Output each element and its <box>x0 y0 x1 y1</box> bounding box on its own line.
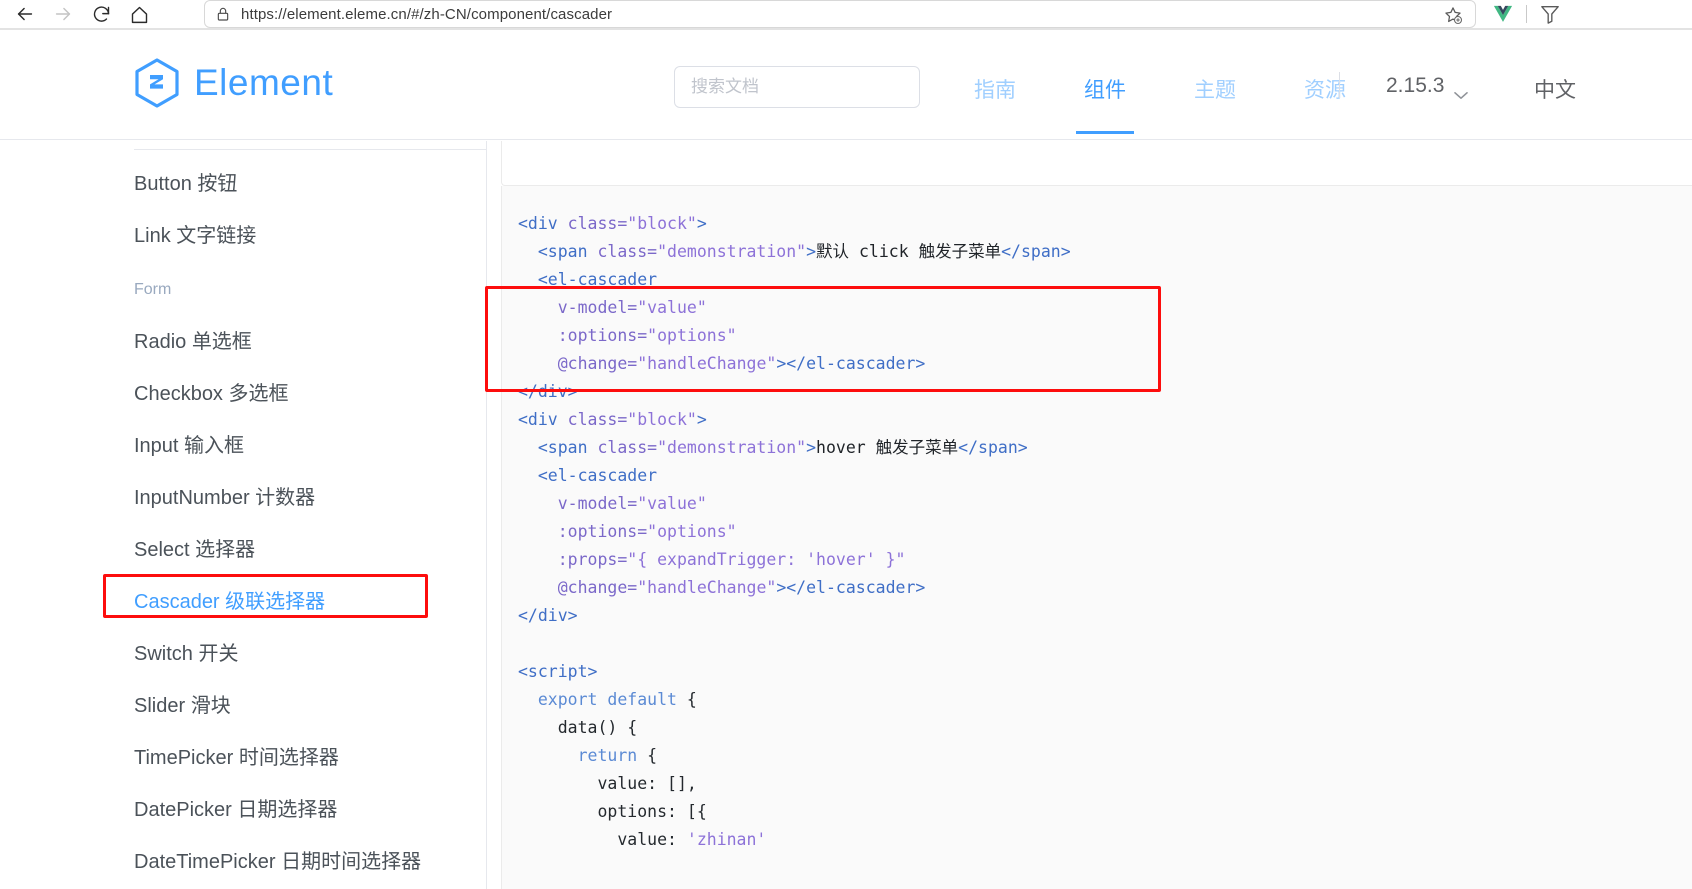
sidebar-item-button[interactable]: Button 按钮 <box>134 167 237 196</box>
code-line: :options="options" <box>557 522 737 541</box>
browser-toolbar: https://element.eleme.cn/#/zh-CN/compone… <box>0 0 1692 28</box>
extension-icon[interactable] <box>1535 0 1565 28</box>
demo-preview-box <box>501 141 1692 186</box>
code-line: options: [{ <box>597 802 707 821</box>
sidebar-item-slider[interactable]: Slider 滑块 <box>134 689 231 718</box>
code-line: @change="handleChange"></el-cascader> <box>557 578 926 597</box>
code-line: :props="{ expandTrigger: 'hover' }" <box>557 550 906 569</box>
sidebar-item-link[interactable]: Link 文字链接 <box>134 219 256 248</box>
page-viewport: Element 指南 组件 主题 资源 2.15.3 中文 Button 按钮 … <box>0 30 1692 889</box>
code-text: <div class="block"> <span class="demonst… <box>502 210 1692 854</box>
forward-button[interactable] <box>44 0 82 28</box>
element-hexagon-logo-icon <box>134 58 180 108</box>
code-line: @change="handleChange"></el-cascader> <box>557 354 926 373</box>
site-logo[interactable]: Element <box>134 58 333 108</box>
language-selector[interactable]: 中文 <box>1534 74 1576 104</box>
sidebar-item-input[interactable]: Input 输入框 <box>134 429 244 458</box>
sidebar-item-radio[interactable]: Radio 单选框 <box>134 325 252 354</box>
code-line: <script> <box>518 662 598 681</box>
search-input[interactable] <box>674 66 920 108</box>
bookmark-star-add-icon[interactable] <box>1443 5 1463 25</box>
toolbar-divider <box>1526 5 1527 23</box>
component-content: <div class="block"> <span class="demonst… <box>488 141 1692 889</box>
code-line: <el-cascader <box>537 270 658 289</box>
vue-devtools-icon[interactable] <box>1488 0 1518 28</box>
sidebar-item-datetimepicker[interactable]: DateTimePicker 日期时间选择器 <box>134 845 421 874</box>
sidebar-group-form: Form <box>134 281 172 298</box>
main-nav: 指南 组件 主题 资源 <box>940 74 1380 134</box>
extension-toolbar <box>1488 0 1565 28</box>
code-line: v-model="value" <box>557 298 707 317</box>
header-divider <box>1339 72 1340 98</box>
nav-item-theme[interactable]: 主题 <box>1160 74 1270 134</box>
nav-item-component[interactable]: 组件 <box>1050 74 1160 134</box>
code-line: <el-cascader <box>537 466 658 485</box>
code-line: data() { <box>557 718 638 737</box>
code-line: <div class="block"> <box>518 214 707 233</box>
sidebar-item-checkbox[interactable]: Checkbox 多选框 <box>134 377 289 406</box>
code-line: return { <box>577 746 658 765</box>
sidebar-item-timepicker[interactable]: TimePicker 时间选择器 <box>134 741 339 770</box>
code-line: :options="options" <box>557 326 737 345</box>
address-bar[interactable]: https://element.eleme.cn/#/zh-CN/compone… <box>204 0 1476 28</box>
code-line: </div> <box>518 382 578 401</box>
sidebar-item-select[interactable]: Select 选择器 <box>134 533 255 562</box>
version-label: 2.15.3 <box>1386 74 1445 97</box>
code-line: <span class="demonstration">默认 click 触发子… <box>537 242 1071 261</box>
sidebar-item-datepicker[interactable]: DatePicker 日期选择器 <box>134 793 337 822</box>
sidebar-top-rule <box>134 149 486 150</box>
site-header: Element 指南 组件 主题 资源 2.15.3 中文 <box>0 30 1692 140</box>
sidebar-item-switch[interactable]: Switch 开关 <box>134 637 238 666</box>
component-sidebar[interactable]: Button 按钮 Link 文字链接 Form Radio 单选框 Check… <box>0 141 487 889</box>
home-button[interactable] <box>120 0 158 28</box>
code-block: <div class="block"> <span class="demonst… <box>501 186 1692 889</box>
site-logo-text: Element <box>194 62 334 103</box>
nav-item-resource[interactable]: 资源 <box>1270 74 1380 134</box>
version-selector[interactable]: 2.15.3 <box>1386 74 1469 99</box>
lock-icon <box>215 6 231 22</box>
code-line: v-model="value" <box>557 494 707 513</box>
code-line: </div> <box>518 606 578 625</box>
code-line: export default { <box>537 690 697 709</box>
code-line: <div class="block"> <box>518 410 707 429</box>
url-text: https://element.eleme.cn/#/zh-CN/compone… <box>241 5 613 23</box>
code-line: value: [], <box>597 774 697 793</box>
chevron-down-icon <box>1454 82 1469 99</box>
code-line: <span class="demonstration">hover 触发子菜单<… <box>537 438 1028 457</box>
nav-item-guide[interactable]: 指南 <box>940 74 1050 134</box>
sidebar-item-inputnumber[interactable]: InputNumber 计数器 <box>134 481 315 510</box>
back-button[interactable] <box>6 0 44 28</box>
sidebar-item-cascader[interactable]: Cascader 级联选择器 <box>134 585 325 614</box>
reload-button[interactable] <box>82 0 120 28</box>
code-line: value: 'zhinan' <box>617 830 767 849</box>
